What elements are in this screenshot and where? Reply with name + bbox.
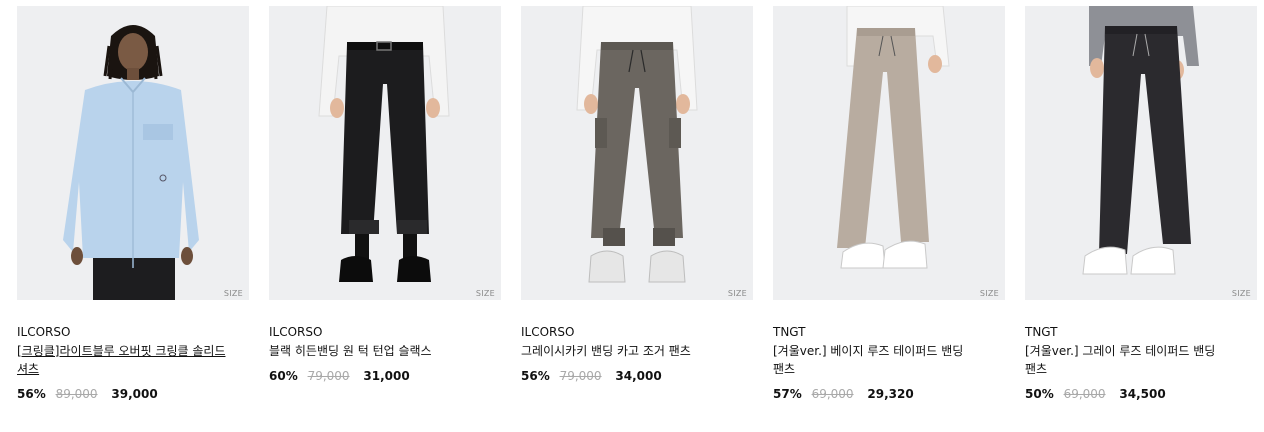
product-image[interactable]: SIZE	[773, 6, 1005, 300]
product-brand[interactable]: ILCORSO	[269, 324, 501, 340]
original-price: 69,000	[1063, 387, 1106, 401]
product-name[interactable]: 그레이시카키 밴딩 카고 조거 팬츠	[521, 342, 735, 360]
product-name[interactable]: [겨울ver.] 베이지 루즈 테이퍼드 밴딩 팬츠	[773, 342, 987, 378]
discount-rate: 56%	[521, 369, 550, 383]
size-label: SIZE	[475, 289, 495, 298]
product-image[interactable]: SIZE	[521, 6, 753, 300]
sale-price: 39,000	[111, 387, 158, 401]
discount-rate: 60%	[269, 369, 298, 383]
sale-price: 29,320	[867, 387, 914, 401]
price-row: 56% 89,000 39,000	[17, 386, 249, 402]
price-row: 60% 79,000 31,000	[269, 368, 501, 384]
original-price: 69,000	[811, 387, 854, 401]
product-card[interactable]: SIZE TNGT [겨울ver.] 베이지 루즈 테이퍼드 밴딩 팬츠 57%…	[773, 6, 1005, 402]
sale-price: 34,000	[615, 369, 662, 383]
product-brand[interactable]: ILCORSO	[17, 324, 249, 340]
product-brand[interactable]: TNGT	[773, 324, 1005, 340]
product-card[interactable]: SIZE ILCORSO [크링클]라이트블루 오버핏 크링클 솔리드 셔츠 5…	[17, 6, 249, 402]
price-row: 57% 69,000 29,320	[773, 386, 1005, 402]
product-card[interactable]: SIZE ILCORSO 그레이시카키 밴딩 카고 조거 팬츠 56% 79,0…	[521, 6, 753, 384]
product-image[interactable]: SIZE	[17, 6, 249, 300]
product-card[interactable]: SIZE TNGT [겨울ver.] 그레이 루즈 테이퍼드 밴딩 팬츠 50%…	[1025, 6, 1257, 402]
product-grid: SIZE ILCORSO [크링클]라이트블루 오버핏 크링클 솔리드 셔츠 5…	[0, 0, 1264, 432]
size-label: SIZE	[1231, 289, 1251, 298]
price-row: 56% 79,000 34,000	[521, 368, 753, 384]
discount-rate: 50%	[1025, 387, 1054, 401]
product-image[interactable]: SIZE	[1025, 6, 1257, 300]
sale-price: 34,500	[1119, 387, 1166, 401]
product-brand[interactable]: TNGT	[1025, 324, 1257, 340]
product-name[interactable]: [겨울ver.] 그레이 루즈 테이퍼드 밴딩 팬츠	[1025, 342, 1239, 378]
discount-rate: 57%	[773, 387, 802, 401]
discount-rate: 56%	[17, 387, 46, 401]
sale-price: 31,000	[363, 369, 410, 383]
price-row: 50% 69,000 34,500	[1025, 386, 1257, 402]
product-brand[interactable]: ILCORSO	[521, 324, 753, 340]
product-name[interactable]: [크링클]라이트블루 오버핏 크링클 솔리드 셔츠	[17, 342, 231, 378]
product-card[interactable]: SIZE ILCORSO 블랙 히든밴딩 원 턱 턴업 슬랙스 60% 79,0…	[269, 6, 501, 384]
product-image[interactable]: SIZE	[269, 6, 501, 300]
size-label: SIZE	[727, 289, 747, 298]
original-price: 79,000	[559, 369, 602, 383]
size-label: SIZE	[223, 289, 243, 298]
size-label: SIZE	[979, 289, 999, 298]
product-name[interactable]: 블랙 히든밴딩 원 턱 턴업 슬랙스	[269, 342, 483, 360]
original-price: 79,000	[307, 369, 350, 383]
original-price: 89,000	[55, 387, 98, 401]
